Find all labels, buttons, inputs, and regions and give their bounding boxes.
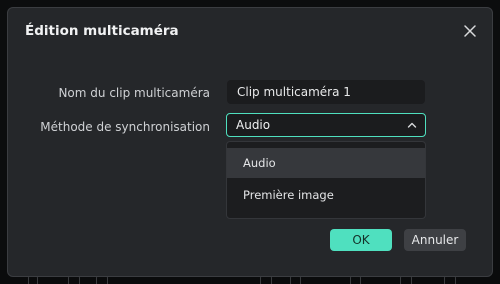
- sync-method-dropdown[interactable]: Audio: [226, 113, 426, 137]
- multicam-edit-dialog: Édition multicaméra Nom du clip multicam…: [7, 7, 493, 277]
- dialog-title: Édition multicaméra: [25, 23, 179, 39]
- clip-name-input[interactable]: [227, 80, 425, 104]
- close-icon[interactable]: [462, 23, 478, 39]
- sync-option-audio[interactable]: Audio: [227, 148, 425, 178]
- sync-method-selected-value: Audio: [236, 118, 271, 132]
- ok-button[interactable]: OK: [330, 229, 392, 251]
- sync-method-options-list: Audio Première image: [226, 141, 426, 219]
- sync-option-label: Première image: [243, 188, 334, 202]
- sync-option-label: Audio: [243, 156, 276, 170]
- chevron-up-icon: [407, 122, 417, 128]
- sync-option-first-frame[interactable]: Première image: [227, 180, 425, 210]
- cancel-button[interactable]: Annuler: [404, 229, 466, 251]
- clip-name-label: Nom du clip multicaméra: [58, 86, 210, 100]
- sync-method-label: Méthode de synchronisation: [40, 120, 210, 134]
